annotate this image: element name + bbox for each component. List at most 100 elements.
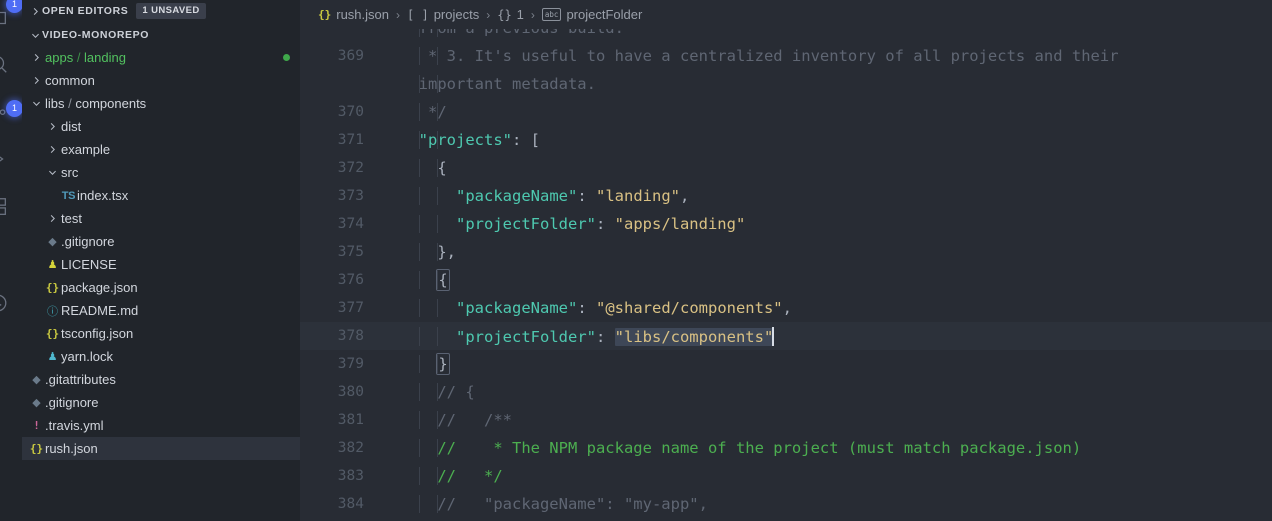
- code-line-383: 383 // */: [300, 462, 1272, 490]
- line-number: 376: [337, 272, 364, 288]
- unsaved-count-badge: 1 Unsaved: [136, 3, 206, 19]
- workspace-section-header[interactable]: VIDEO-MONOREPO: [22, 24, 300, 46]
- tree-item-rush-json[interactable]: {} rush.json: [22, 437, 300, 460]
- tree-item-package-json[interactable]: {} package.json: [22, 276, 300, 299]
- code-line-375: 375 },: [300, 238, 1272, 266]
- indent-guide: [418, 75, 420, 93]
- indent-guide: [437, 355, 439, 373]
- indent-guide: [418, 131, 420, 149]
- code-line-379: 379 }: [300, 350, 1272, 378]
- tree-item-libs-components[interactable]: libs / components: [22, 92, 300, 115]
- code-line-wrapped: important metadata.: [300, 70, 1272, 98]
- line-number: 372: [337, 160, 364, 176]
- indent-guide: [437, 75, 439, 93]
- breadcrumb-item-property[interactable]: abc projectFolder: [541, 7, 642, 22]
- code-token: ,: [782, 299, 792, 317]
- remote-explorer-icon[interactable]: [0, 231, 22, 279]
- code-line-text[interactable]: // /**: [386, 411, 1272, 429]
- indent-guide: [437, 299, 439, 317]
- breadcrumb-item-file[interactable]: {} rush.json: [318, 7, 389, 22]
- code-token: // "packageName": "my-app",: [400, 495, 708, 513]
- code-line-text[interactable]: "projectFolder": "apps/landing": [386, 215, 1272, 233]
- tree-item-tsconfig-json[interactable]: {} tsconfig.json: [22, 322, 300, 345]
- code-line-text[interactable]: "packageName": "@shared/components",: [386, 299, 1272, 317]
- run-and-debug-icon[interactable]: [0, 135, 22, 183]
- breadcrumb-label-2: 1: [516, 7, 524, 22]
- json-icon: {}: [45, 281, 60, 294]
- tree-item-src[interactable]: src: [22, 161, 300, 184]
- chevron-right-icon: [44, 213, 61, 224]
- code-line-text[interactable]: }: [386, 353, 1272, 375]
- code-line-text[interactable]: "projectFolder": "libs/components": [386, 326, 1272, 346]
- open-editors-section-header[interactable]: Open Editors 1 Unsaved: [22, 0, 300, 22]
- code-line-text[interactable]: {: [386, 269, 1272, 291]
- tree-item-label: index.tsx: [77, 188, 129, 203]
- tree-item-example[interactable]: example: [22, 138, 300, 161]
- code-token: // */: [400, 467, 503, 485]
- tree-item-license[interactable]: ♟ LICENSE: [22, 253, 300, 276]
- code-line-text[interactable]: },: [386, 243, 1272, 261]
- tree-item-label: .gitignore: [45, 395, 99, 410]
- breadcrumb-label-1: projects: [433, 7, 480, 22]
- code-line-text[interactable]: "projects": [: [386, 131, 1272, 149]
- code-token: :: [595, 327, 615, 346]
- tree-item-test[interactable]: test: [22, 207, 300, 230]
- tree-item-gitattributes[interactable]: ◆ .gitattributes: [22, 368, 300, 391]
- indent-guide: [437, 271, 439, 289]
- code-token: "packageName": [456, 187, 578, 205]
- tree-item-dist[interactable]: dist: [22, 115, 300, 138]
- workspace-label: VIDEO-MONOREPO: [42, 29, 149, 41]
- code-content[interactable]: from a previous build.369 * 3. It's usef…: [300, 19, 1272, 521]
- tree-item-label: .gitattributes: [45, 372, 116, 387]
- code-line-371: 371 "projects": [: [300, 126, 1272, 154]
- tree-item-gitignore[interactable]: ◆ .gitignore: [22, 230, 300, 253]
- extensions-icon[interactable]: [0, 183, 22, 231]
- code-line-374: 374 "projectFolder": "apps/landing": [300, 210, 1272, 238]
- code-line-373: 373 "packageName": "landing",: [300, 182, 1272, 210]
- code-line-text[interactable]: {: [386, 159, 1272, 177]
- indent-guide: [418, 326, 420, 346]
- bracket-match: {: [436, 269, 450, 291]
- tree-item-yarn-lock[interactable]: ♟ yarn.lock: [22, 345, 300, 368]
- chevron-down-icon: [28, 98, 45, 109]
- json-icon: {}: [29, 442, 44, 455]
- chevron-right-icon: [28, 52, 45, 63]
- code-line-text[interactable]: // {: [386, 383, 1272, 401]
- indent-guide: [418, 243, 420, 261]
- tree-item-label: .travis.yml: [45, 418, 104, 433]
- timeline-icon[interactable]: [0, 279, 22, 327]
- git-icon: ◆: [32, 374, 41, 386]
- line-number: 369: [337, 48, 364, 64]
- line-number: 380: [337, 384, 364, 400]
- indent-guide: [418, 439, 420, 457]
- code-line-text[interactable]: // "packageName": "my-app",: [386, 495, 1272, 513]
- code-line-text[interactable]: important metadata.: [386, 75, 1272, 93]
- code-line-text[interactable]: "packageName": "landing",: [386, 187, 1272, 205]
- code-line-text[interactable]: // * The NPM package name of the project…: [386, 439, 1272, 457]
- code-line-372: 372 {: [300, 154, 1272, 182]
- tree-item-gitignore[interactable]: ◆ .gitignore: [22, 391, 300, 414]
- unsaved-indicator-dot: [283, 54, 290, 61]
- code-line-text[interactable]: */: [386, 103, 1272, 121]
- code-line-370: 370 */: [300, 98, 1272, 126]
- tree-item-common[interactable]: common: [22, 69, 300, 92]
- tree-item-index-tsx[interactable]: TS index.tsx: [22, 184, 300, 207]
- code-line-text[interactable]: * 3. It's useful to have a centralized i…: [386, 47, 1272, 65]
- tree-item-apps-landing[interactable]: apps / landing: [22, 46, 300, 69]
- activity-bar: 1 1: [0, 0, 22, 521]
- breadcrumb-item-projects[interactable]: [ ] projects: [407, 7, 479, 22]
- tree-item-travis-yml[interactable]: ! .travis.yml: [22, 414, 300, 437]
- breadcrumb-item-index[interactable]: {} 1: [497, 7, 524, 22]
- code-line-text[interactable]: // */: [386, 467, 1272, 485]
- indent-guide: [437, 439, 439, 457]
- breadcrumb-label-0: rush.json: [336, 7, 389, 22]
- tree-item-readme-md[interactable]: ⓘ README.md: [22, 299, 300, 322]
- search-icon[interactable]: [0, 40, 22, 88]
- open-editors-label: Open Editors: [42, 5, 129, 17]
- tree-item-label: yarn.lock: [61, 349, 114, 364]
- indent-guide: [418, 299, 420, 317]
- indent-guide: [437, 159, 439, 177]
